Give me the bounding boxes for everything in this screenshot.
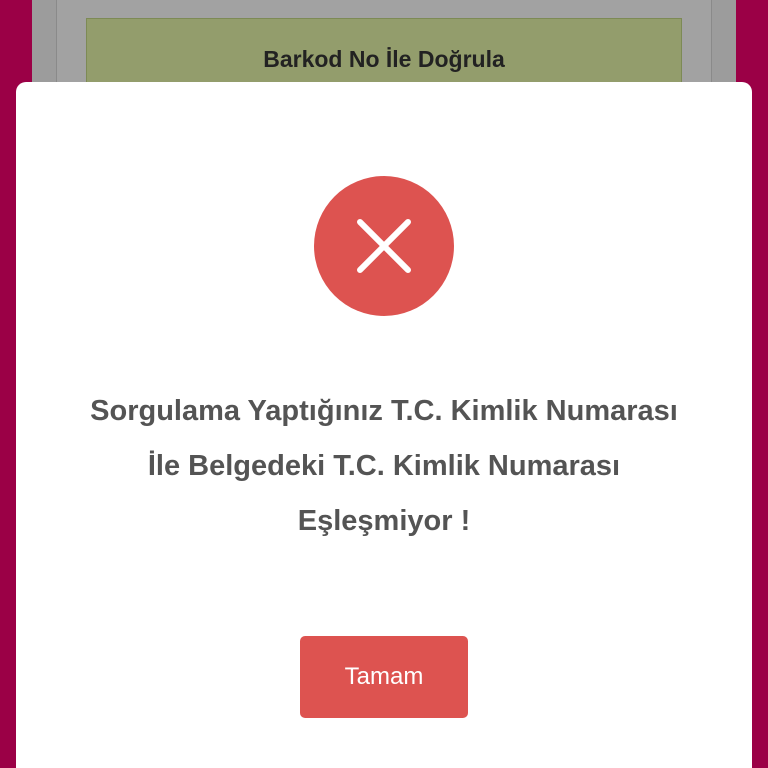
error-dialog: Sorgulama Yaptığınız T.C. Kimlik Numaras…	[16, 82, 752, 768]
close-x-icon	[357, 219, 411, 273]
screen: Barkod No İle Doğrula Sorgulama Yaptığın…	[0, 0, 768, 768]
error-message: Sorgulama Yaptığınız T.C. Kimlik Numaras…	[90, 395, 678, 537]
error-x-icon	[314, 176, 454, 316]
ok-button[interactable]: Tamam	[300, 636, 468, 718]
